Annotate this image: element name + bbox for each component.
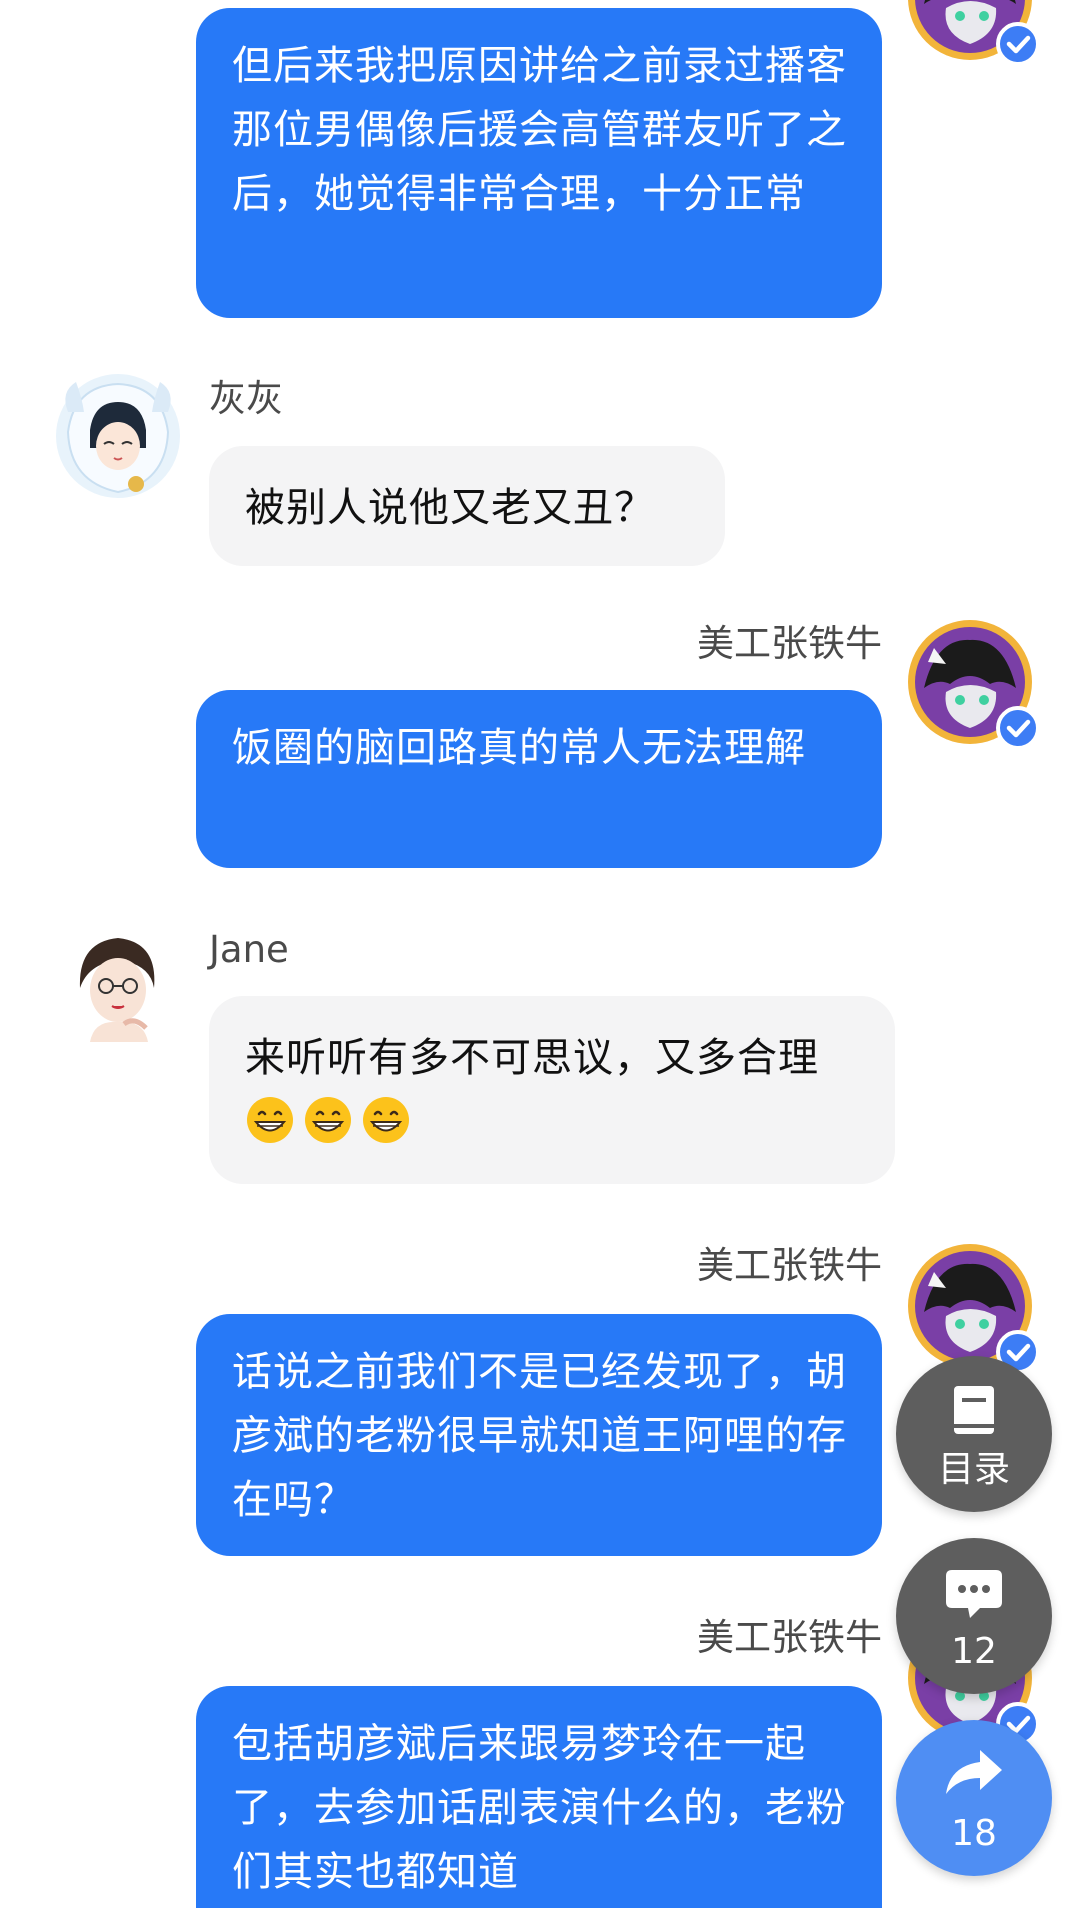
share-icon [946, 1750, 1002, 1794]
message-text: 来听听有多不可思议，又多合理 [245, 1035, 819, 1081]
avatar-huihui[interactable] [54, 372, 182, 500]
verified-badge-icon [996, 22, 1040, 66]
avatar-jane[interactable] [54, 924, 182, 1052]
share-count: 18 [951, 1813, 997, 1854]
message-bubble-incoming[interactable]: 来听听有多不可思议，又多合理 [209, 996, 895, 1184]
grinning-face-icon [305, 1097, 351, 1143]
message-bubble-incoming[interactable]: 被别人说他又老又丑？ [209, 446, 725, 566]
sender-name: Jane [209, 928, 289, 971]
message-bubble-outgoing[interactable]: 话说之前我们不是已经发现了，胡彦斌的老粉很早就知道王阿哩的存在吗？ [196, 1314, 882, 1556]
message-bubble-outgoing[interactable]: 饭圈的脑回路真的常人无法理解 [196, 690, 882, 868]
sender-name: 美工张铁牛 [697, 1616, 882, 1659]
sender-name: 美工张铁牛 [697, 622, 882, 665]
sender-name: 美工张铁牛 [697, 1244, 882, 1287]
sender-name: 灰灰 [209, 377, 283, 420]
message-text: 饭圈的脑回路真的常人无法理解 [232, 725, 806, 771]
comment-icon [946, 1570, 1002, 1618]
avatar-meigong[interactable] [906, 0, 1040, 66]
message-text: 话说之前我们不是已经发现了，胡彦斌的老粉很早就知道王阿哩的存在吗？ [232, 1349, 847, 1523]
message-bubble-outgoing[interactable]: 包括胡彦斌后来跟易梦玲在一起了，去参加话剧表演什么的，老粉们其实也都知道 [196, 1686, 882, 1908]
grinning-face-icon [363, 1097, 409, 1143]
grinning-face-icon [247, 1097, 293, 1143]
avatar-meigong[interactable] [906, 618, 1040, 750]
toc-label: 目录 [937, 1449, 1010, 1490]
chat-screen: 但后来我把原因讲给之前录过播客那位男偶像后援会高管群友听了之后，她觉得非常合理，… [0, 0, 1080, 1908]
book-icon [954, 1386, 994, 1434]
message-bubble-outgoing[interactable]: 但后来我把原因讲给之前录过播客那位男偶像后援会高管群友听了之后，她觉得非常合理，… [196, 8, 882, 318]
woman-portrait-avatar-icon [56, 926, 180, 1050]
comments-button[interactable]: 12 [896, 1538, 1052, 1694]
message-text: 但后来我把原因讲给之前录过播客那位男偶像后援会高管群友听了之后，她觉得非常合理，… [232, 43, 847, 217]
message-text: 被别人说他又老又丑？ [245, 485, 655, 531]
verified-badge-icon [996, 706, 1040, 750]
anime-girl-avatar-icon [56, 374, 180, 498]
comments-count: 12 [951, 1631, 997, 1672]
emoji-row [245, 1097, 419, 1145]
message-text: 包括胡彦斌后来跟易梦玲在一起了，去参加话剧表演什么的，老粉们其实也都知道 [232, 1721, 847, 1895]
share-button[interactable]: 18 [896, 1720, 1052, 1876]
toc-button[interactable]: 目录 [896, 1356, 1052, 1512]
avatar-meigong[interactable] [906, 1242, 1040, 1374]
